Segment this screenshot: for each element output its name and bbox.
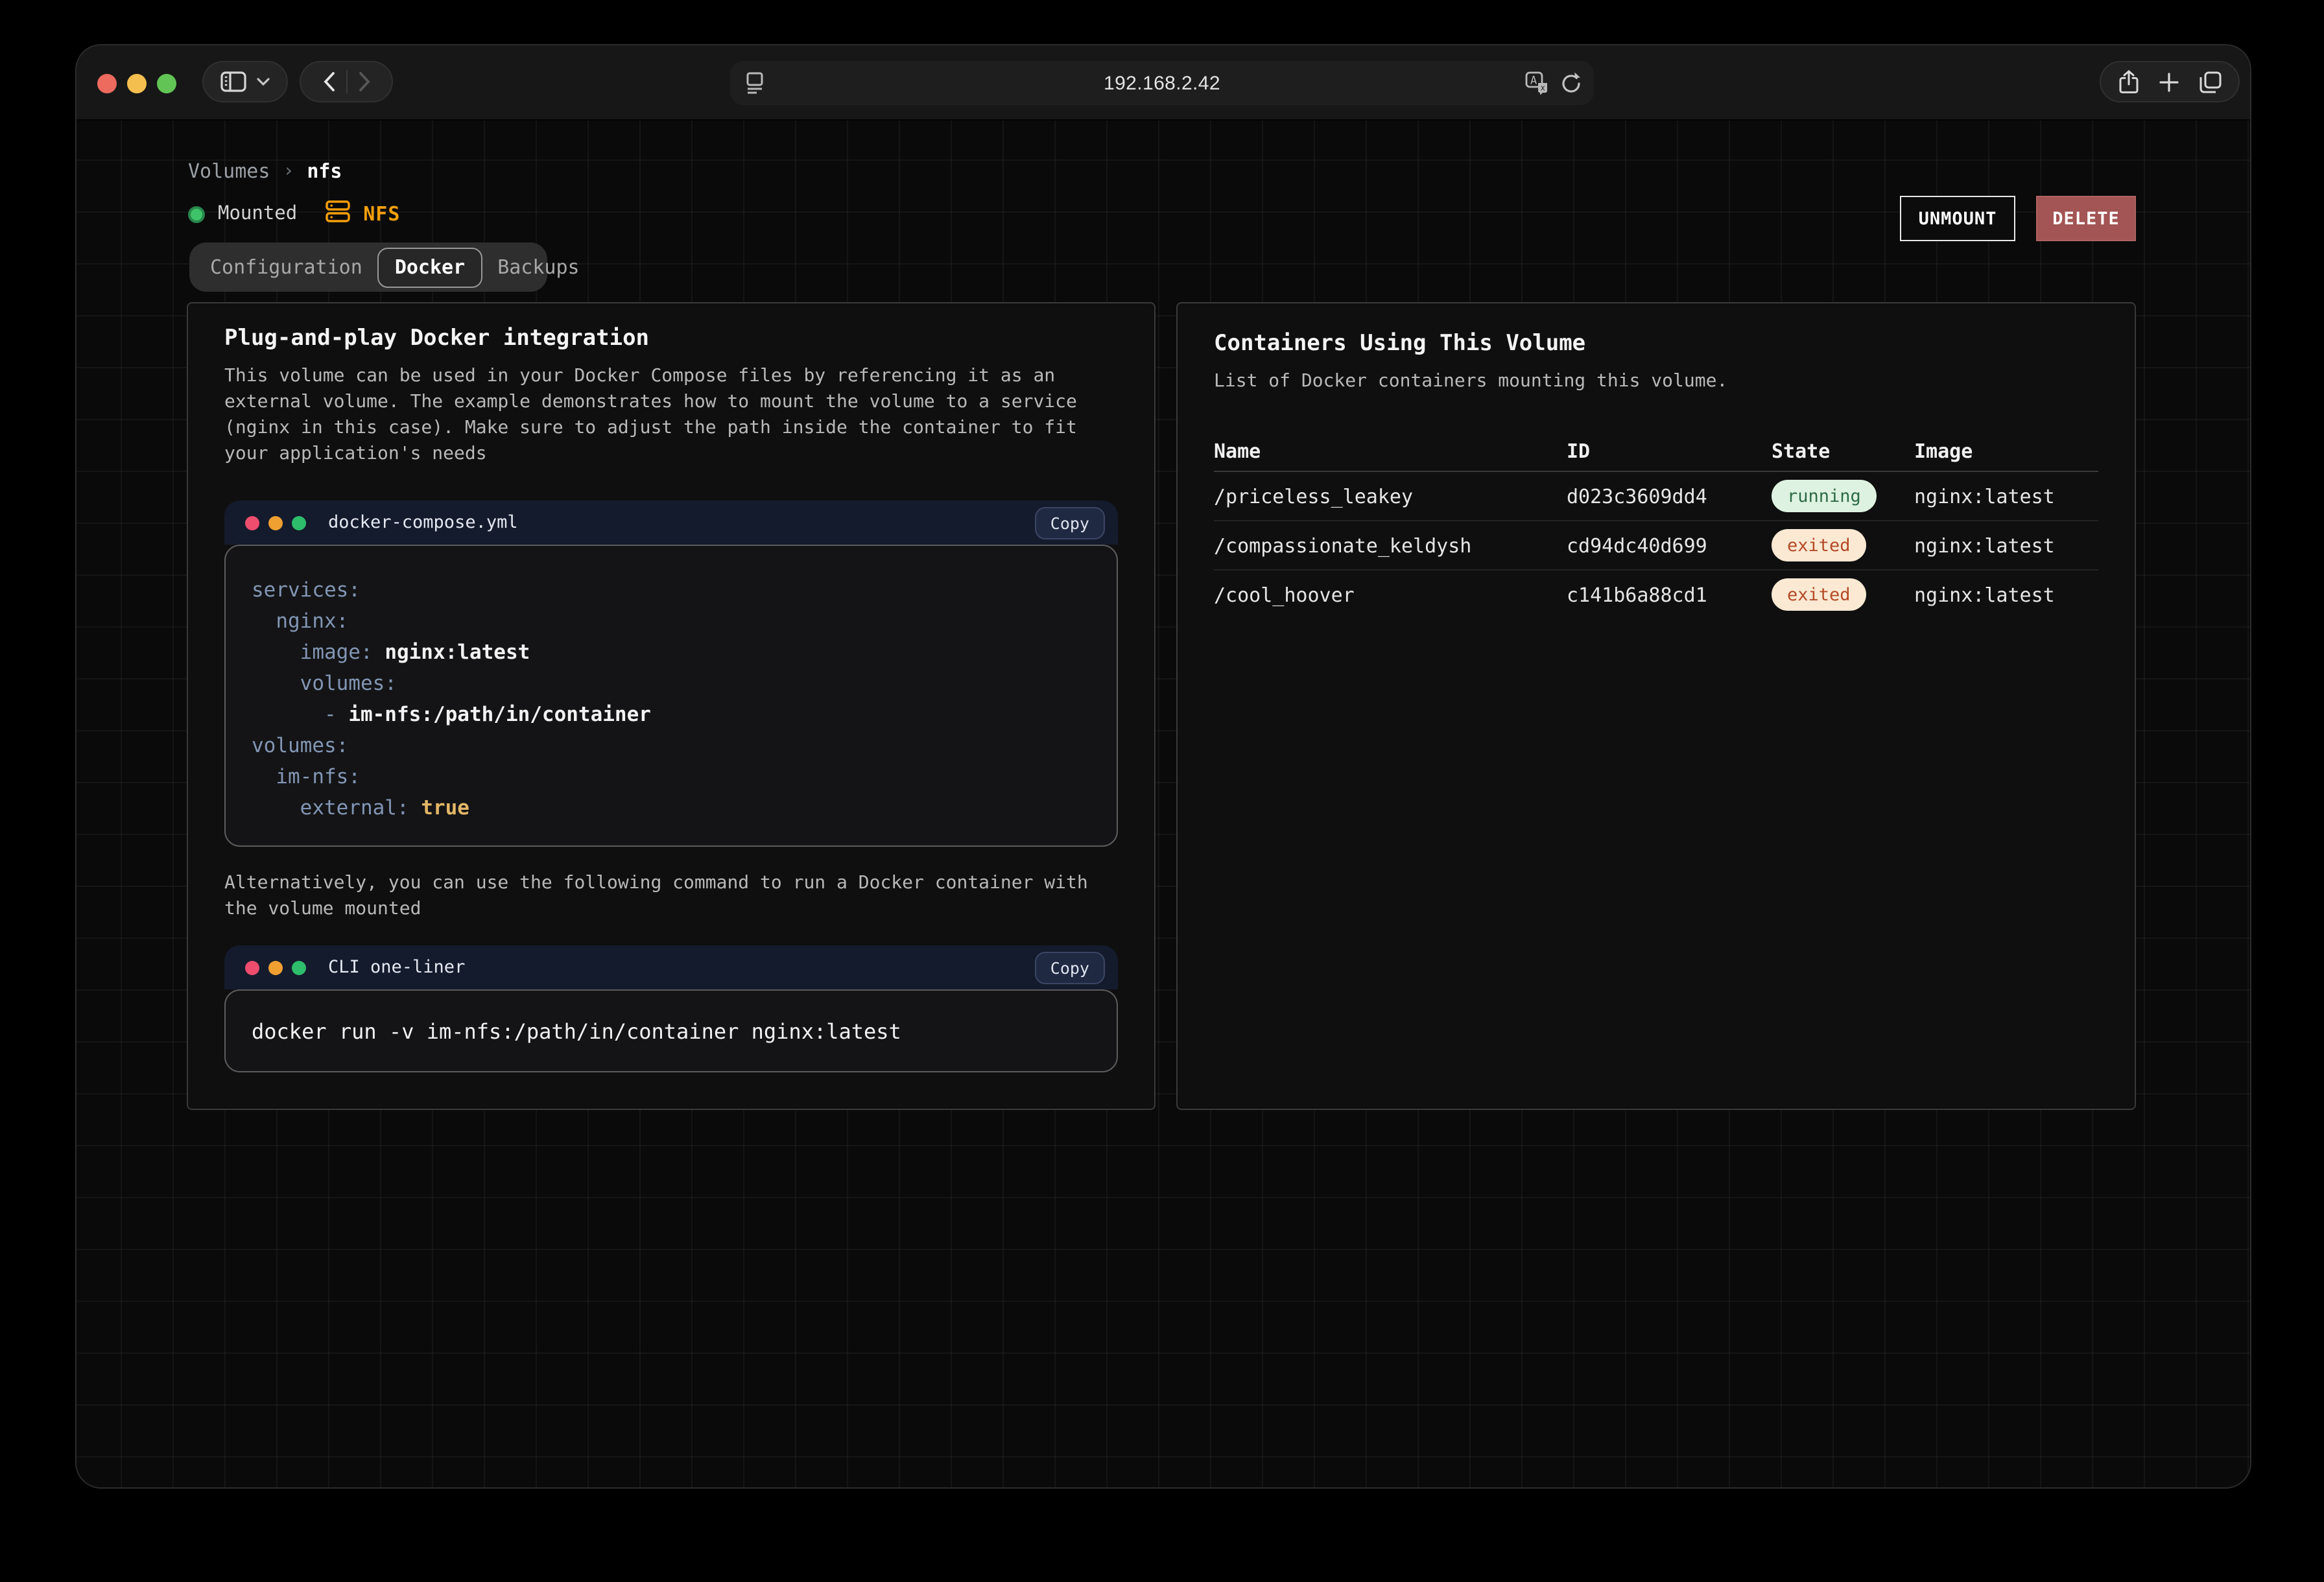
containers-table-header: Name ID State Image [1214, 432, 2098, 472]
panel-title: Containers Using This Volume [1214, 329, 2098, 358]
container-state-badge: exited [1772, 529, 1866, 561]
panel-description: This volume can be used in your Docker C… [224, 363, 1118, 467]
column-header-state: State [1772, 440, 1914, 463]
mounted-status-dot-icon [188, 206, 205, 222]
browser-window: 192.168.2.42 A x [75, 44, 2251, 1489]
containers-table: Name ID State Image /priceless_leakeyd02… [1214, 432, 2098, 619]
copy-cli-button[interactable]: Copy [1035, 951, 1105, 984]
url-text: 192.168.2.42 [730, 61, 1594, 105]
container-row: /cool_hooverc141b6a88cd1exited nginx:late… [1214, 571, 2098, 619]
tabs-overview-icon[interactable] [2199, 71, 2221, 93]
nav-divider [346, 70, 347, 93]
breadcrumb: Volumes › nfs [188, 158, 342, 184]
containers-panel: Containers Using This Volume List of Doc… [1176, 302, 2136, 1110]
container-row: /priceless_leakeyd023c3609dd4running ngin… [1214, 472, 2098, 521]
reload-icon[interactable] [1560, 71, 1582, 100]
container-state-badge: running [1772, 480, 1877, 512]
breadcrumb-volumes-link[interactable]: Volumes [188, 159, 270, 183]
svg-text:x: x [1541, 84, 1545, 93]
container-name: /priceless_leakey [1214, 484, 1567, 508]
container-state: exited [1772, 529, 1914, 561]
screenshot-stage: 192.168.2.42 A x [0, 0, 2324, 1582]
container-name: /compassionate_keldysh [1214, 534, 1567, 557]
container-state: running [1772, 480, 1914, 512]
breadcrumb-separator: › [283, 161, 294, 182]
maximize-window-button[interactable] [157, 74, 176, 93]
code-window-red-dot-icon [245, 515, 259, 530]
docker-integration-panel: Plug-and-play Docker integration This vo… [187, 302, 1156, 1110]
breadcrumb-current-volume: nfs [307, 159, 342, 183]
address-bar[interactable]: 192.168.2.42 A x [730, 61, 1594, 105]
page-content: Volumes › nfs Mounted NFS UNM [77, 121, 2250, 1487]
cli-alternative-text: Alternatively, you can use the following… [224, 870, 1118, 922]
sidebar-toggle-button[interactable] [202, 61, 288, 102]
container-id: c141b6a88cd1 [1567, 583, 1772, 606]
delete-button[interactable]: DELETE [2036, 196, 2136, 241]
forward-button[interactable] [357, 71, 370, 92]
unmount-button[interactable]: UNMOUNT [1900, 196, 2015, 241]
container-id: d023c3609dd4 [1567, 484, 1772, 508]
svg-text:A: A [1530, 75, 1537, 88]
compose-code-window: docker-compose.yml Copy services: nginx:… [224, 501, 1118, 847]
code-window-red-dot-icon [245, 960, 259, 974]
volume-tabs: Configuration Docker Backups [189, 242, 547, 292]
volume-status-row: Mounted NFS [188, 200, 400, 228]
minimize-window-button[interactable] [127, 74, 147, 93]
volume-driver-badge: NFS [363, 202, 400, 226]
container-state-badge: exited [1772, 578, 1866, 611]
close-window-button[interactable] [97, 74, 117, 93]
cli-command-block[interactable]: docker run -v im-nfs:/path/in/container … [224, 989, 1118, 1072]
cli-title: CLI one-liner [328, 957, 465, 978]
container-state: exited [1772, 578, 1914, 611]
code-window-yellow-dot-icon [268, 960, 283, 974]
column-header-id: ID [1567, 440, 1772, 463]
container-image: nginx:latest [1914, 534, 2098, 557]
translate-icon[interactable]: A x [1525, 71, 1550, 100]
history-nav-group [300, 61, 393, 102]
code-window-yellow-dot-icon [268, 515, 283, 530]
cli-code-header: CLI one-liner Copy [224, 945, 1118, 989]
container-name: /cool_hoover [1214, 583, 1567, 606]
code-window-green-dot-icon [292, 960, 306, 974]
tab-docker[interactable]: Docker [378, 247, 482, 287]
back-button[interactable] [322, 71, 335, 92]
new-tab-icon[interactable] [2159, 72, 2178, 91]
container-id: cd94dc40d699 [1567, 534, 1772, 557]
compose-filename: docker-compose.yml [328, 512, 518, 533]
compose-code-header: docker-compose.yml Copy [224, 501, 1118, 545]
panel-title: Plug-and-play Docker integration [224, 324, 1118, 353]
container-row: /compassionate_keldyshcd94dc40d699exited… [1214, 521, 2098, 571]
tab-configuration[interactable]: Configuration [197, 248, 375, 286]
cli-code-window: CLI one-liner Copy docker run -v im-nfs:… [224, 945, 1118, 1072]
code-window-green-dot-icon [292, 515, 306, 530]
column-header-name: Name [1214, 440, 1567, 463]
container-image: nginx:latest [1914, 583, 2098, 606]
share-icon[interactable] [2118, 69, 2138, 94]
compose-code-block[interactable]: services: nginx: image: nginx:latest vol… [224, 545, 1118, 847]
volume-actions: UNMOUNT DELETE [1900, 196, 2136, 241]
column-header-image: Image [1914, 440, 2098, 463]
browser-toolbar: 192.168.2.42 A x [77, 45, 2250, 121]
copy-compose-button[interactable]: Copy [1035, 506, 1105, 539]
mounted-status-label: Mounted [218, 204, 297, 224]
server-icon [326, 200, 350, 228]
containers-table-body: /priceless_leakeyd023c3609dd4running ngin… [1214, 472, 2098, 619]
panel-subtitle: List of Docker containers mounting this … [1214, 368, 2098, 394]
toolbar-right-group [2100, 61, 2240, 102]
sidebar-icon [220, 71, 246, 92]
container-image: nginx:latest [1914, 484, 2098, 508]
tab-backups[interactable]: Backups [484, 248, 592, 286]
chevron-down-icon [257, 78, 270, 86]
